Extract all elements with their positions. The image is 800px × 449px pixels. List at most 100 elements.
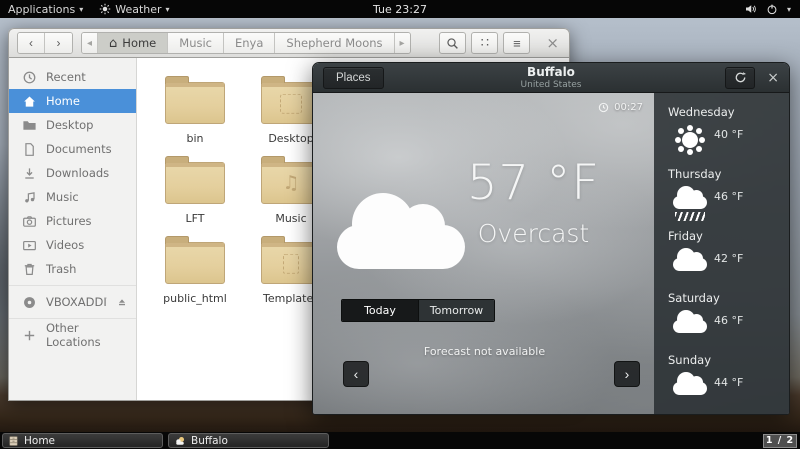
volume-icon[interactable] xyxy=(744,3,757,15)
chevron-down-icon: ▾ xyxy=(787,5,791,14)
tab-tomorrow[interactable]: Tomorrow xyxy=(418,300,494,321)
folder-icon xyxy=(165,242,225,284)
sidebar-item-documents[interactable]: Documents xyxy=(9,137,136,161)
sidebar-item-label: Other Locations xyxy=(46,321,136,349)
weather-body: 00:27 57 °F Overcast Today Tomorrow Fore… xyxy=(313,93,789,415)
breadcrumb-enya[interactable]: Enya xyxy=(224,33,275,53)
sidebar-separator xyxy=(9,285,136,286)
forecast-temp: 40 °F xyxy=(714,128,743,141)
sidebar-item-label: Trash xyxy=(46,262,76,276)
weather-app-icon xyxy=(174,435,186,447)
current-condition: Overcast xyxy=(431,219,636,248)
tab-today[interactable]: Today xyxy=(342,300,418,321)
camera-icon xyxy=(22,214,37,229)
sidebar-item-label: Recent xyxy=(46,70,86,84)
forecast-day-thursday[interactable]: Thursday 46 °F xyxy=(654,163,789,225)
sidebar-separator xyxy=(9,318,136,319)
folder-name: bin xyxy=(147,132,243,145)
download-icon xyxy=(22,166,37,181)
cloud-icon xyxy=(673,382,707,395)
breadcrumb-label: Music xyxy=(179,36,212,50)
forecast-day-saturday[interactable]: Saturday 46 °F xyxy=(654,287,789,349)
sidebar-item-label: Videos xyxy=(46,238,84,252)
taskbar-window-buffalo[interactable]: Buffalo xyxy=(168,433,329,448)
eject-icon[interactable] xyxy=(116,296,128,308)
breadcrumb-label: Enya xyxy=(235,36,263,50)
breadcrumb-shepherd-moons[interactable]: Shepherd Moons xyxy=(275,33,394,53)
breadcrumb-music[interactable]: Music xyxy=(168,33,224,53)
forecast-day-sunday[interactable]: Sunday 44 °F xyxy=(654,349,789,411)
sidebar-item-downloads[interactable]: Downloads xyxy=(9,161,136,185)
music-note-icon xyxy=(22,190,37,205)
back-button[interactable]: ‹ xyxy=(18,33,45,53)
previous-location-button[interactable]: ‹ xyxy=(343,361,369,387)
folder-item-bin[interactable]: bin xyxy=(147,71,243,151)
hamburger-menu-icon: ≡ xyxy=(513,36,521,51)
window-list-taskbar: Home Buffalo 1 / 2 xyxy=(0,432,800,449)
refresh-icon xyxy=(734,71,747,84)
forecast-message: Forecast not available xyxy=(313,345,656,358)
sun-icon xyxy=(99,3,111,15)
sidebar-item-vbox-additions[interactable]: VBOXADDITI… xyxy=(9,290,136,314)
weather-location-title: Buffalo xyxy=(521,65,582,79)
clock[interactable]: Tue 23:27 xyxy=(365,0,435,18)
sidebar-item-home[interactable]: Home xyxy=(9,89,136,113)
view-grid-button[interactable]: ∷ xyxy=(471,32,498,54)
forecast-day-wednesday[interactable]: Wednesday 40 °F xyxy=(654,101,789,163)
sidebar-item-label: Desktop xyxy=(46,118,93,132)
toolbar-actions: ∷ ≡ × xyxy=(439,32,561,54)
taskbar-window-label: Buffalo xyxy=(191,435,228,447)
sidebar-item-label: Downloads xyxy=(46,166,109,180)
desktop-background: Applications ▾ Weather ▾ Tue 23:27 ▾ ‹ › xyxy=(0,0,800,449)
sidebar-item-videos[interactable]: Videos xyxy=(9,233,136,257)
rain-icon xyxy=(675,212,705,221)
plus-icon xyxy=(22,328,37,343)
folder-item-public-html[interactable]: public_html xyxy=(147,231,243,311)
grid-view-icon: ∷ xyxy=(481,35,489,51)
sidebar-item-pictures[interactable]: Pictures xyxy=(9,209,136,233)
file-manager-icon xyxy=(8,435,19,447)
sidebar-item-label: Pictures xyxy=(46,214,92,228)
forecast-day-friday[interactable]: Friday 42 °F xyxy=(654,225,789,287)
applications-menu-label: Applications xyxy=(8,3,75,16)
forecast-day-name: Saturday xyxy=(668,291,789,305)
weather-close-button[interactable]: × xyxy=(767,71,779,85)
weather-header-actions: × xyxy=(725,67,779,89)
forecast-day-name: Wednesday xyxy=(668,105,789,119)
places-button[interactable]: Places xyxy=(323,67,384,89)
path-scroll-right-button[interactable]: ▸ xyxy=(395,33,410,53)
rain-cloud-icon xyxy=(673,196,707,209)
sidebar-item-trash[interactable]: Trash xyxy=(9,257,136,281)
power-icon[interactable] xyxy=(766,3,778,15)
applications-menu[interactable]: Applications ▾ xyxy=(0,0,91,18)
home-icon: ⌂ xyxy=(109,36,117,51)
forecast-day-name: Thursday xyxy=(668,167,789,181)
window-menu-button[interactable]: ≡ xyxy=(503,32,530,54)
sidebar-item-recent[interactable]: Recent xyxy=(9,65,136,89)
files-close-button[interactable]: × xyxy=(546,36,559,51)
sidebar-item-other-locations[interactable]: Other Locations xyxy=(9,323,136,347)
video-icon xyxy=(22,238,37,253)
top-bar: Applications ▾ Weather ▾ Tue 23:27 ▾ xyxy=(0,0,800,18)
taskbar-window-home[interactable]: Home xyxy=(2,433,163,448)
refresh-button[interactable] xyxy=(725,67,755,89)
breadcrumb-home[interactable]: ⌂ Home xyxy=(98,33,168,53)
weather-header: Places Buffalo United States × xyxy=(313,63,789,93)
search-button[interactable] xyxy=(439,32,466,54)
templates-emblem-icon xyxy=(283,254,299,274)
weather-app-menu[interactable]: Weather ▾ xyxy=(91,0,177,18)
sidebar-item-desktop[interactable]: Desktop xyxy=(9,113,136,137)
next-location-button[interactable]: › xyxy=(614,361,640,387)
folder-item-lft[interactable]: LFT xyxy=(147,151,243,231)
system-status-area[interactable]: ▾ xyxy=(735,0,800,18)
path-scroll-left-button[interactable]: ◂ xyxy=(82,33,98,53)
music-emblem-icon: ♫ xyxy=(282,172,299,194)
folder-icon xyxy=(165,162,225,204)
history-nav-group: ‹ › xyxy=(17,32,73,54)
taskbar-window-label: Home xyxy=(24,435,55,447)
workspace-pager[interactable]: 1 / 2 xyxy=(763,434,797,448)
trash-icon xyxy=(22,262,37,277)
sidebar-item-music[interactable]: Music xyxy=(9,185,136,209)
forward-button[interactable]: › xyxy=(45,33,72,53)
sidebar-item-label: VBOXADDITI… xyxy=(46,295,107,309)
